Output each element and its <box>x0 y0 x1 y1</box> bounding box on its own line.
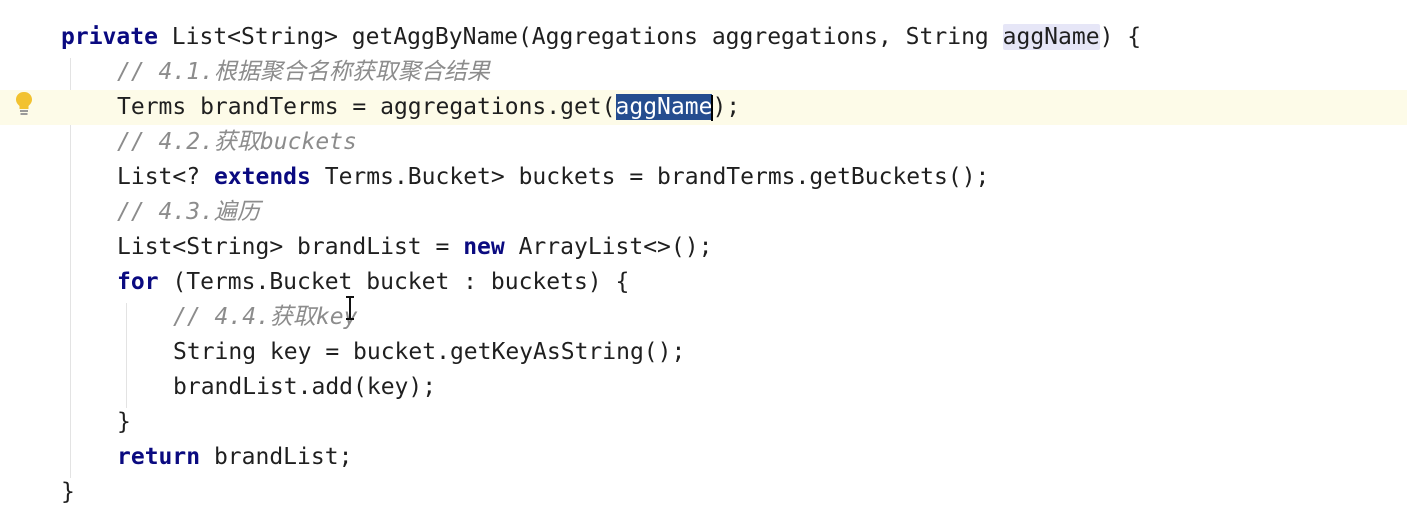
code-line[interactable]: List<String> brandList = new ArrayList<>… <box>0 230 1407 265</box>
lightbulb-icon[interactable] <box>14 91 34 117</box>
keyword-for: for <box>117 269 159 295</box>
selected-text[interactable]: aggName <box>615 94 713 120</box>
code-line[interactable]: for (Terms.Bucket bucket : buckets) { <box>0 265 1407 300</box>
keyword-extends: extends <box>213 164 311 190</box>
statement-text: Terms brandTerms = aggregations.get( <box>117 94 616 120</box>
statement-text: brandList.add(key); <box>173 374 437 400</box>
code-line[interactable]: brandList.add(key); <box>0 370 1407 405</box>
text-ibeam-cursor-icon <box>346 296 354 320</box>
code-editor[interactable]: private List<String> getAggByName(Aggreg… <box>0 0 1407 531</box>
comment: // 4.2.获取buckets <box>117 129 357 155</box>
current-code-line[interactable]: Terms brandTerms = aggregations.get(aggN… <box>0 90 1407 125</box>
code-line[interactable]: List<? extends Terms.Bucket> buckets = b… <box>0 160 1407 195</box>
code-line[interactable]: return brandList; <box>0 440 1407 475</box>
code-line[interactable]: // 4.3.遍历 <box>0 195 1407 230</box>
closing-brace: } <box>61 479 75 505</box>
comment: // 4.1.根据聚合名称获取聚合结果 <box>117 59 490 85</box>
comment: // 4.4.获取key <box>173 304 358 330</box>
comment: // 4.3.遍历 <box>117 199 260 225</box>
keyword-return: return <box>117 444 201 470</box>
code-line[interactable]: private List<String> getAggByName(Aggreg… <box>0 20 1407 55</box>
code-line[interactable]: // 4.4.获取key <box>0 300 1407 335</box>
code-line[interactable]: // 4.1.根据聚合名称获取聚合结果 <box>0 55 1407 90</box>
signature-end-text: ) { <box>1099 24 1142 50</box>
keyword-new: new <box>463 234 505 260</box>
code-line[interactable]: } <box>0 405 1407 440</box>
statement-end-text: ArrayList<>(); <box>504 234 713 260</box>
statement-end-text: Terms.Bucket> buckets = brandTerms.getBu… <box>310 164 990 190</box>
method-signature-text: List<String> getAggByName(Aggregations a… <box>157 24 1003 50</box>
code-line[interactable]: } <box>0 475 1407 510</box>
code-line[interactable]: String key = bucket.getKeyAsString(); <box>0 335 1407 370</box>
keyword-private: private <box>61 24 158 50</box>
statement-text: List<String> brandList = <box>117 234 464 260</box>
code-line[interactable]: // 4.2.获取buckets <box>0 125 1407 160</box>
statement-end-text: ); <box>712 94 741 120</box>
parameter-highlight[interactable]: aggName <box>1002 24 1100 50</box>
statement-text: String key = bucket.getKeyAsString(); <box>173 339 686 365</box>
statement-text: brandList; <box>200 444 353 470</box>
closing-brace: } <box>117 409 131 435</box>
statement-text: (Terms.Bucket bucket : buckets) { <box>158 269 630 295</box>
statement-text: List<? <box>117 164 214 190</box>
